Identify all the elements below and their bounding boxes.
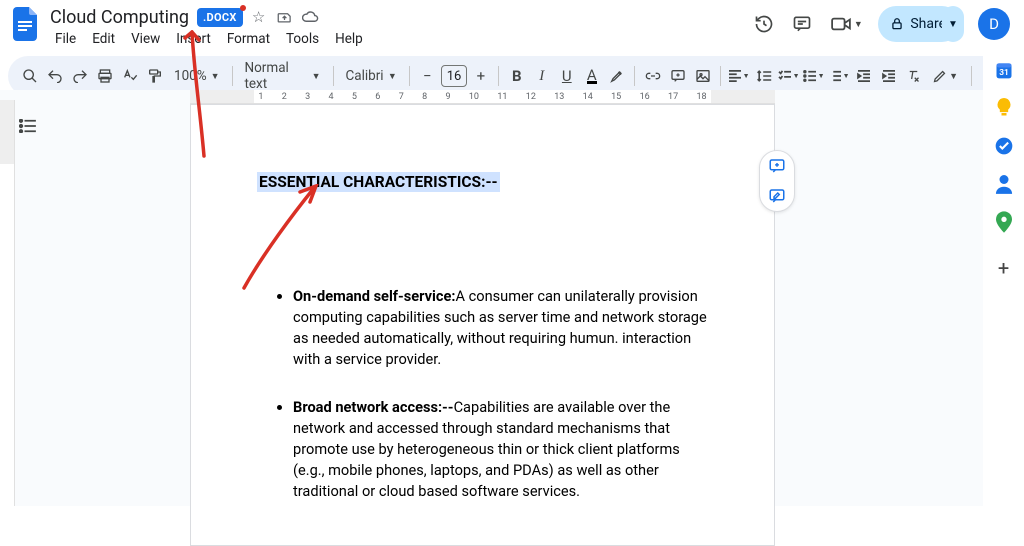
section-heading[interactable]: ESSENTIAL CHARACTERISTICS:-- xyxy=(257,172,500,192)
separator xyxy=(232,66,233,86)
menu-tools[interactable]: Tools xyxy=(279,29,326,49)
share-dropdown[interactable]: ▼ xyxy=(942,6,964,42)
underline-icon[interactable]: U xyxy=(555,63,578,89)
addons-icon[interactable]: + xyxy=(998,256,1009,280)
menu-file[interactable]: File xyxy=(48,29,83,49)
keep-icon[interactable] xyxy=(994,98,1014,118)
numbered-list-icon[interactable]: ▼ xyxy=(827,63,850,89)
docs-logo-icon[interactable] xyxy=(8,6,44,42)
highlight-icon[interactable] xyxy=(605,63,628,89)
insert-link-icon[interactable] xyxy=(641,63,664,89)
spellcheck-icon[interactable] xyxy=(118,63,141,89)
horizontal-ruler[interactable]: 123456789101112131415161718 xyxy=(190,90,775,104)
increase-indent-icon[interactable] xyxy=(877,63,900,89)
add-comment-icon[interactable] xyxy=(666,63,689,89)
comment-actions xyxy=(759,150,795,212)
editing-mode-icon[interactable]: ▼ xyxy=(927,63,963,89)
comments-icon[interactable] xyxy=(790,12,814,36)
menu-edit[interactable]: Edit xyxy=(85,29,122,49)
menu-insert[interactable]: Insert xyxy=(169,29,218,49)
list-item[interactable]: Broad network access:--Capabilities are … xyxy=(293,397,708,503)
svg-text:31: 31 xyxy=(999,68,1009,78)
header-right: ▼ Share ▼ D xyxy=(752,6,1016,42)
text-color-icon[interactable]: A xyxy=(580,63,603,89)
cloud-status-icon[interactable] xyxy=(301,11,321,23)
title-row: Cloud Computing .DOCX ☆ xyxy=(48,6,752,28)
vertical-ruler[interactable] xyxy=(0,100,15,506)
separator xyxy=(720,66,721,86)
avatar[interactable]: D xyxy=(978,8,1010,40)
checklist-icon[interactable]: ▼ xyxy=(777,63,800,89)
move-icon[interactable] xyxy=(275,10,295,25)
side-panel: 31 + xyxy=(983,48,1024,506)
bold-icon[interactable]: B xyxy=(505,63,528,89)
font-select[interactable]: Calibri▼ xyxy=(339,68,402,84)
maps-icon[interactable] xyxy=(994,212,1014,232)
italic-icon[interactable]: I xyxy=(530,63,553,89)
line-spacing-icon[interactable] xyxy=(752,63,775,89)
decrease-font-icon[interactable]: − xyxy=(416,63,439,89)
calendar-icon[interactable]: 31 xyxy=(994,60,1014,80)
style-select[interactable]: Normal text▼ xyxy=(238,60,326,92)
header: Cloud Computing .DOCX ☆ File Edit View I… xyxy=(0,0,1024,50)
bulleted-list-icon[interactable]: ▼ xyxy=(802,63,825,89)
menu-view[interactable]: View xyxy=(124,29,167,49)
document-page[interactable]: ESSENTIAL CHARACTERISTICS:-- On-demand s… xyxy=(190,104,775,546)
bullet-list: On-demand self-service:A consumer can un… xyxy=(257,286,708,502)
decrease-indent-icon[interactable] xyxy=(852,63,875,89)
separator xyxy=(971,66,972,86)
paint-format-icon[interactable] xyxy=(143,63,166,89)
outline-toggle-icon[interactable] xyxy=(14,112,42,140)
align-icon[interactable]: ▼ xyxy=(727,63,750,89)
search-icon[interactable] xyxy=(18,63,41,89)
doc-title[interactable]: Cloud Computing xyxy=(48,7,191,28)
separator xyxy=(333,66,334,86)
menu-bar: File Edit View Insert Format Tools Help xyxy=(48,28,752,50)
font-size-input[interactable]: 16 xyxy=(441,65,468,87)
menu-format[interactable]: Format xyxy=(220,29,277,49)
tasks-icon[interactable] xyxy=(994,136,1014,156)
redo-icon[interactable] xyxy=(68,63,91,89)
separator xyxy=(498,66,499,86)
history-icon[interactable] xyxy=(752,12,776,36)
increase-font-icon[interactable]: + xyxy=(469,63,492,89)
title-area: Cloud Computing .DOCX ☆ File Edit View I… xyxy=(48,6,752,50)
contacts-icon[interactable] xyxy=(994,174,1014,194)
separator xyxy=(634,66,635,86)
undo-icon[interactable] xyxy=(43,63,66,89)
docx-badge[interactable]: .DOCX xyxy=(197,8,243,27)
star-icon[interactable]: ☆ xyxy=(249,8,269,26)
share-label: Share xyxy=(910,16,946,32)
meet-icon[interactable]: ▼ xyxy=(828,12,864,36)
separator xyxy=(409,66,410,86)
zoom-select[interactable]: 100%▼ xyxy=(168,68,226,84)
insert-image-icon[interactable] xyxy=(691,63,714,89)
suggest-edits-icon[interactable] xyxy=(760,181,794,211)
clear-formatting-icon[interactable] xyxy=(902,63,925,89)
print-icon[interactable] xyxy=(93,63,116,89)
list-item[interactable]: On-demand self-service:A consumer can un… xyxy=(293,286,708,371)
add-comment-icon[interactable] xyxy=(760,151,794,181)
menu-help[interactable]: Help xyxy=(328,29,370,49)
editor-area: 123456789101112131415161718 ESSENTIAL CH… xyxy=(0,90,983,506)
